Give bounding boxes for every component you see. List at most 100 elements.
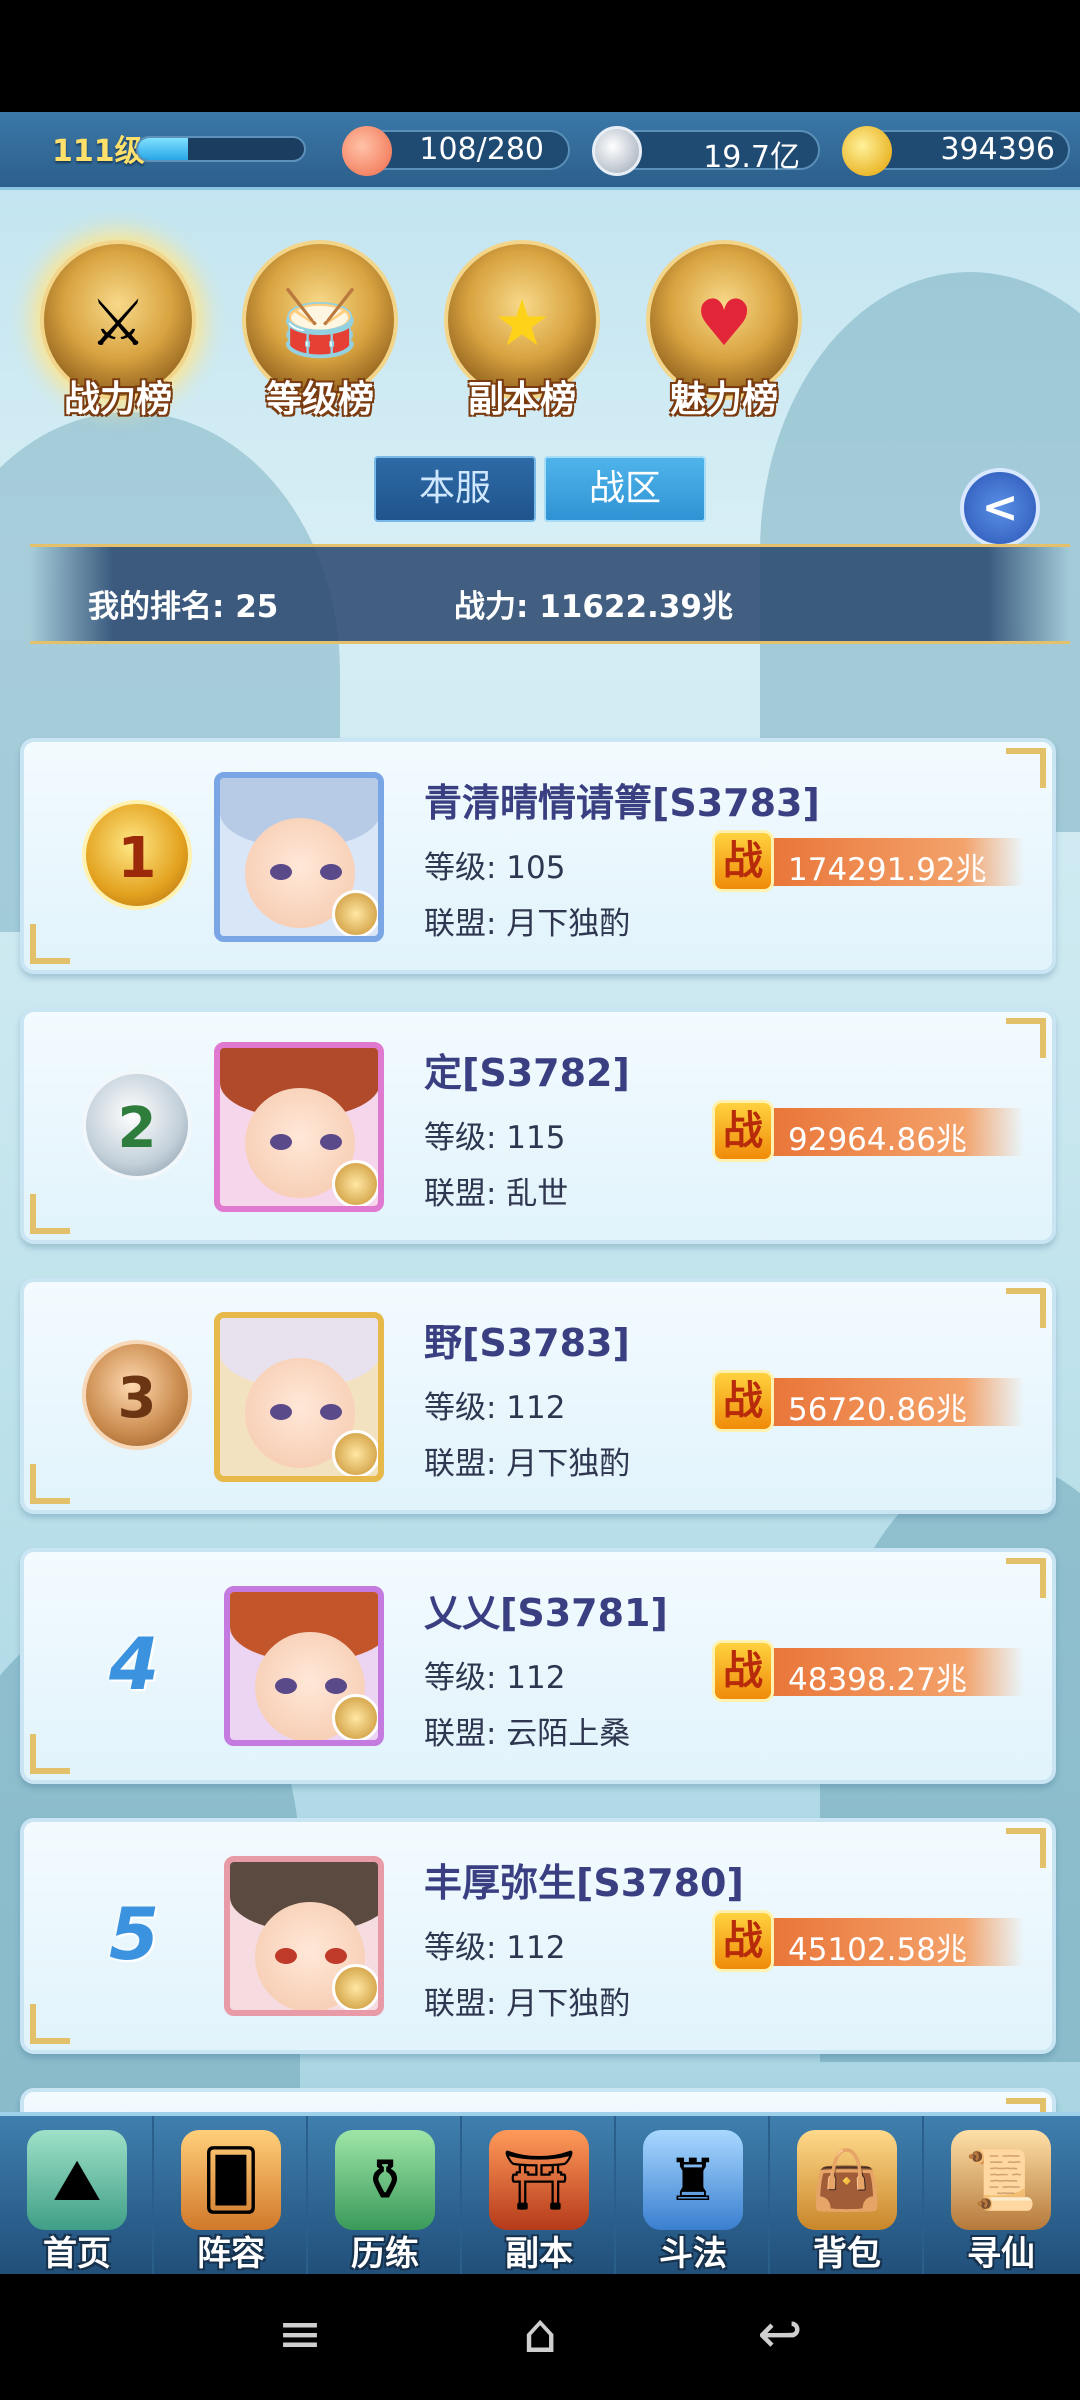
ranking-row[interactable]: 3 野[S3783] 等级: 112 联盟: 月下独酌 战 56720.86兆 [20,1278,1056,1514]
ranking-row[interactable]: 4 乂乂[S3781] 等级: 112 联盟: 云陌上桑 战 48398.27兆 [20,1548,1056,1784]
gold-ingot-icon [842,126,892,176]
cards-icon: 🂠 [181,2130,281,2230]
card-ornament [30,2004,70,2044]
tab-power-ranking[interactable]: ⚔ 战力榜 [28,240,208,440]
player-level-label: 111级 [52,134,145,169]
avatar-eye [320,1404,342,1420]
rank-badge-icon [332,1964,378,2010]
back-button[interactable]: < [960,468,1040,548]
nav-duel[interactable]: ♜ 斗法 [616,2116,770,2274]
battle-power-icon: 战 [712,1100,774,1162]
card-ornament [1006,748,1046,788]
player-level: 等级: 112 [424,1930,566,1966]
nav-label: 首页 [43,2234,111,2274]
tab-local-server[interactable]: 本服 [374,456,536,522]
back-arrow-icon: < [981,482,1019,533]
avatar-eye [275,1948,297,1964]
avatar-eye [275,1678,297,1694]
nav-label: 历练 [351,2234,419,2274]
card-ornament [30,924,70,964]
card-ornament [1006,1018,1046,1058]
tab-war-zone[interactable]: 战区 [544,456,706,522]
rank-badge-icon [332,1430,378,1476]
star-icon: ★ [493,287,551,361]
avatar-eye [270,864,292,880]
home-button-icon[interactable]: ⌂ [505,2304,575,2364]
avatar-eye [320,864,342,880]
rank-badge-icon [332,1694,378,1740]
rank-number: 4 [108,1622,160,1706]
card-ornament [30,1194,70,1234]
player-name: 野[S3783] [424,1321,630,1365]
power-value: 174291.92兆 [788,852,987,888]
nav-home[interactable]: ⛰ 首页 [0,2116,154,2274]
my-power-text: 战力: 11622.39兆 [454,589,733,625]
rank-number: 5 [108,1892,160,1976]
avatar[interactable] [214,772,384,942]
ranking-row[interactable]: 5 丰厚弥生[S3780] 等级: 112 联盟: 月下独酌 战 45102.5… [20,1818,1056,2054]
tab-charm-ranking[interactable]: ♥ 魅力榜 [634,240,814,440]
scroll-icon: 📜 [951,2130,1051,2230]
power-value: 45102.58兆 [788,1932,967,1968]
avatar-eye [320,1134,342,1150]
player-level: 等级: 112 [424,1390,566,1426]
player-guild: 联盟: 月下独酌 [424,1986,631,2022]
power-bar: 战 48398.27兆 [712,1640,1024,1702]
tab-label: 等级榜 [265,379,374,420]
player-level: 等级: 112 [424,1660,566,1696]
rank-medal-bronze: 3 [82,1340,192,1450]
battle-power-icon: 战 [712,1640,774,1702]
player-level: 等级: 115 [424,1120,566,1156]
nav-label: 阵容 [197,2234,265,2274]
tab-label: 副本榜 [467,379,576,420]
player-guild: 联盟: 月下独酌 [424,906,631,942]
tab-dungeon-ranking[interactable]: ★ 副本榜 [432,240,612,440]
player-guild: 联盟: 月下独酌 [424,1446,631,1482]
power-bar: 战 174291.92兆 [712,830,1024,892]
tab-level-ranking[interactable]: 🥁 等级榜 [230,240,410,440]
rank-badge-icon [332,1160,378,1206]
avatar[interactable] [224,1856,384,2016]
card-ornament [1006,1288,1046,1328]
nav-lineup[interactable]: 🂠 阵容 [154,2116,308,2274]
avatar-eye [325,1948,347,1964]
ranking-row[interactable]: 2 定[S3782] 等级: 115 联盟: 乱世 战 92964.86兆 [20,1008,1056,1244]
ranking-row[interactable]: 1 青清晴情请箐[S3783] 等级: 105 联盟: 月下独酌 战 17429… [20,738,1056,974]
player-guild: 联盟: 乱世 [424,1176,569,1212]
nav-training[interactable]: ⚱ 历练 [308,2116,462,2274]
exp-bar-fill [138,138,188,160]
player-name: 丰厚弥生[S3780] [424,1861,744,1905]
nav-label: 斗法 [659,2234,727,2274]
nav-dungeon[interactable]: ⛩ 副本 [462,2116,616,2274]
gate-icon: ⛩ [489,2130,589,2230]
stamina-value: 108/280 [419,132,544,167]
card-ornament [30,1464,70,1504]
resource-bar: 111级 108/280 19.7亿 394396 [0,112,1080,190]
tab-label: 魅力榜 [669,379,778,420]
my-rank-bar: 我的排名: 25 战力: 11622.39兆 [30,544,1070,644]
nav-seek-immortal[interactable]: 📜 寻仙 [924,2116,1078,2274]
nav-label: 背包 [813,2234,881,2274]
player-name: 乂乂[S3781] [424,1591,668,1635]
player-guild: 联盟: 云陌上桑 [424,1716,631,1752]
sword-icon: ⚔ [89,287,147,361]
avatar-eye [270,1134,292,1150]
avatar[interactable] [214,1042,384,1212]
exp-bar [136,136,306,162]
avatar-eye [325,1678,347,1694]
gold-value: 394396 [940,132,1055,167]
back-nav-icon[interactable]: ↩ [745,2304,815,2364]
battle-power-icon: 战 [712,830,774,892]
battle-power-icon: 战 [712,1910,774,1972]
menu-icon[interactable]: ≡ [265,2304,335,2364]
nav-bag[interactable]: 👜 背包 [770,2116,924,2274]
rank-badge-icon [332,890,378,936]
bag-icon: 👜 [797,2130,897,2230]
power-bar: 战 45102.58兆 [712,1910,1024,1972]
rank-medal-silver: 2 [82,1070,192,1180]
avatar[interactable] [214,1312,384,1482]
avatar[interactable] [224,1586,384,1746]
player-name: 青清晴情请箐[S3783] [424,781,820,825]
gourd-icon: ⚱ [335,2130,435,2230]
battle-power-icon: 战 [712,1370,774,1432]
